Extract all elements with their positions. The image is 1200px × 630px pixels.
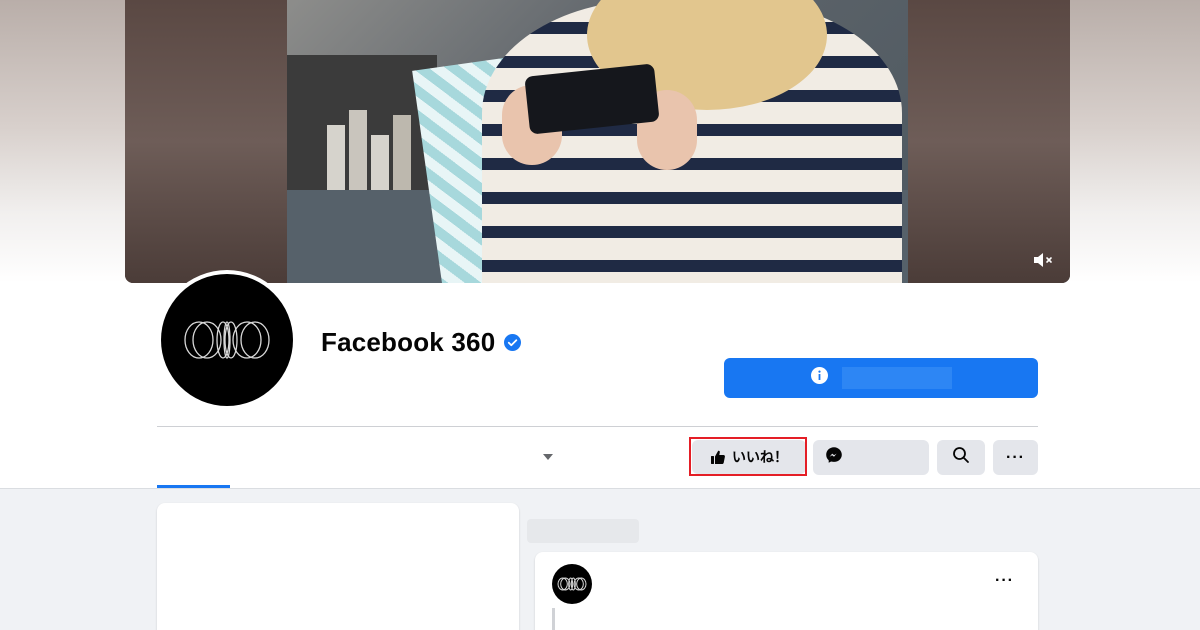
verified-badge-icon [504,334,522,351]
post-text-placeholder [552,608,555,630]
more-options-button[interactable]: ··· [993,440,1038,475]
thumbs-up-icon [710,449,726,465]
search-icon [952,446,970,469]
page-title: Facebook 360 [321,327,496,357]
info-button-label-redacted [841,367,952,389]
post-author-avatar[interactable] [552,564,592,604]
cover-blur-left [125,0,287,283]
cover-video-frame[interactable] [287,0,908,283]
post-card: ··· [535,552,1038,630]
profile-avatar[interactable] [157,270,297,410]
caret-down-icon[interactable] [543,454,553,460]
intro-card [157,503,519,630]
muted-speaker-icon[interactable] [1030,251,1056,271]
facebook-360-logo-icon [161,274,293,406]
more-dots-icon: ··· [1006,448,1025,466]
section-heading-placeholder [527,519,639,543]
info-icon [810,367,828,389]
like-button-label: いいね！ [732,449,788,465]
search-button[interactable] [937,440,985,475]
cover-blur-right [908,0,1070,283]
like-button[interactable]: いいね！ [692,440,806,474]
header-divider [157,426,1038,427]
info-button[interactable] [724,358,1038,398]
post-more-options-icon[interactable]: ··· [995,572,1014,590]
messenger-button[interactable] [813,440,929,475]
messenger-icon [825,446,843,469]
page-title-row: Facebook 360 [321,327,522,358]
cover-video[interactable] [125,0,1070,283]
